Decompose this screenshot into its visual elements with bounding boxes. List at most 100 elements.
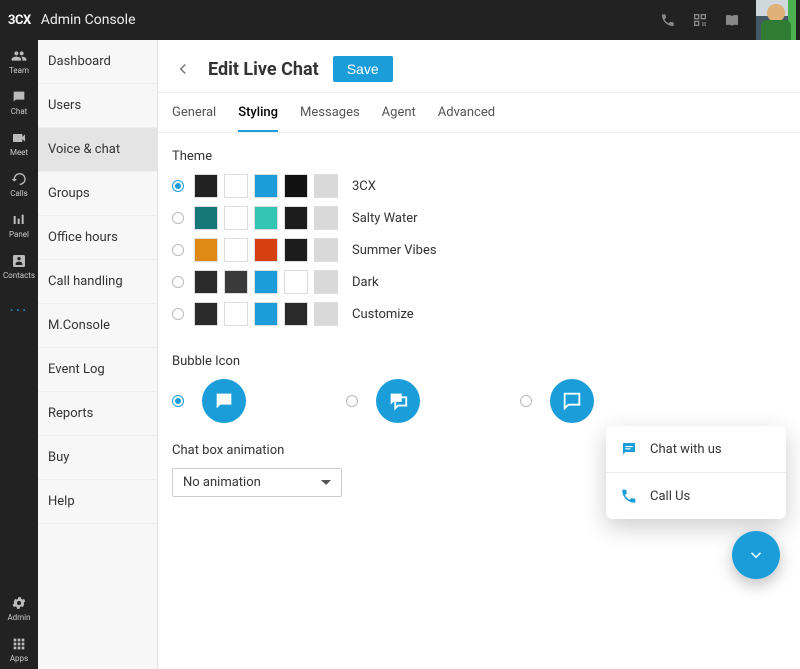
qr-icon[interactable] — [692, 12, 708, 28]
color-swatch[interactable] — [314, 302, 338, 326]
color-swatch[interactable] — [224, 238, 248, 262]
rail-label: Chat — [11, 107, 28, 116]
widget-chat-row[interactable]: Chat with us — [606, 426, 786, 472]
theme-radio[interactable] — [172, 308, 184, 320]
theme-swatches — [194, 174, 338, 198]
logo-text: 3CX — [8, 13, 31, 28]
bubble-preview[interactable] — [376, 379, 420, 423]
sidenav-item-event-log[interactable]: Event Log — [38, 348, 157, 392]
dialer-icon[interactable] — [660, 12, 676, 28]
page-title: Edit Live Chat — [208, 59, 319, 80]
color-swatch[interactable] — [284, 270, 308, 294]
color-swatch[interactable] — [224, 206, 248, 230]
main: Edit Live Chat Save General Styling Messag… — [158, 40, 800, 669]
sidenav-item-users[interactable]: Users — [38, 84, 157, 128]
bubble-option-2 — [520, 379, 594, 423]
rail-item-calls[interactable]: Calls — [0, 163, 38, 204]
color-swatch[interactable] — [284, 206, 308, 230]
theme-swatches — [194, 238, 338, 262]
color-swatch[interactable] — [254, 174, 278, 198]
save-button[interactable]: Save — [333, 56, 393, 82]
theme-radio[interactable] — [172, 276, 184, 288]
color-swatch[interactable] — [194, 174, 218, 198]
bubble-section: Bubble Icon — [158, 338, 800, 427]
animation-select[interactable]: No animation — [172, 468, 342, 497]
color-swatch[interactable] — [224, 302, 248, 326]
color-swatch[interactable] — [314, 270, 338, 294]
sidenav-item-dashboard[interactable]: Dashboard — [38, 40, 157, 84]
sidenav-item-groups[interactable]: Groups — [38, 172, 157, 216]
bubble-preview[interactable] — [202, 379, 246, 423]
rail-label: Admin — [7, 613, 30, 622]
rail-item-chat[interactable]: Chat — [0, 81, 38, 122]
color-swatch[interactable] — [314, 206, 338, 230]
tab-advanced[interactable]: Advanced — [438, 99, 495, 132]
rail-item-apps[interactable]: Apps — [0, 628, 38, 669]
sidenav-item-help[interactable]: Help — [38, 480, 157, 524]
theme-radio[interactable] — [172, 212, 184, 224]
theme-swatches — [194, 270, 338, 294]
theme-swatches — [194, 206, 338, 230]
color-swatch[interactable] — [254, 270, 278, 294]
theme-option-3cx: 3CX — [172, 174, 786, 198]
sidenav-item-office-hours[interactable]: Office hours — [38, 216, 157, 260]
rail-item-admin[interactable]: Admin — [0, 587, 38, 628]
tab-agent[interactable]: Agent — [382, 99, 416, 132]
tab-messages[interactable]: Messages — [300, 99, 360, 132]
sidenav-item-m-console[interactable]: M.Console — [38, 304, 157, 348]
widget-call-row[interactable]: Call Us — [606, 472, 786, 519]
chat-widget-card: Chat with us Call Us — [606, 426, 786, 519]
color-swatch[interactable] — [254, 302, 278, 326]
color-swatch[interactable] — [194, 206, 218, 230]
phone-icon — [620, 487, 638, 505]
color-swatch[interactable] — [284, 174, 308, 198]
rail-item-contacts[interactable]: Contacts — [0, 245, 38, 286]
color-swatch[interactable] — [254, 238, 278, 262]
bubble-option-1 — [346, 379, 420, 423]
rail-label: Contacts — [3, 271, 35, 280]
bubble-radio[interactable] — [520, 395, 532, 407]
color-swatch[interactable] — [314, 174, 338, 198]
rail-item-meet[interactable]: Meet — [0, 122, 38, 163]
color-swatch[interactable] — [224, 174, 248, 198]
presence-indicator — [788, 0, 796, 40]
color-swatch[interactable] — [224, 270, 248, 294]
rail-item-panel[interactable]: Panel — [0, 204, 38, 245]
rail-label: Panel — [9, 230, 29, 239]
theme-option-salty-water: Salty Water — [172, 206, 786, 230]
theme-radio[interactable] — [172, 244, 184, 256]
color-swatch[interactable] — [194, 302, 218, 326]
widget-call-label: Call Us — [650, 489, 690, 504]
sidenav-item-call-handling[interactable]: Call handling — [38, 260, 157, 304]
color-swatch[interactable] — [284, 238, 308, 262]
bubble-radio[interactable] — [346, 395, 358, 407]
tab-styling[interactable]: Styling — [238, 99, 278, 132]
chat-widget-fab[interactable] — [732, 531, 780, 579]
bubble-label: Bubble Icon — [172, 354, 786, 369]
theme-name: Dark — [352, 275, 379, 290]
color-swatch[interactable] — [194, 238, 218, 262]
color-swatch[interactable] — [314, 238, 338, 262]
back-button[interactable] — [172, 58, 194, 80]
color-swatch[interactable] — [194, 270, 218, 294]
book-icon[interactable] — [724, 12, 740, 28]
rail-more[interactable]: ... — [10, 286, 29, 325]
logo: 3CX Admin Console — [0, 12, 136, 28]
chat-icon — [620, 440, 638, 458]
sidenav-item-buy[interactable]: Buy — [38, 436, 157, 480]
theme-name: Summer Vibes — [352, 243, 437, 258]
avatar[interactable] — [756, 0, 796, 40]
bubble-radio[interactable] — [172, 395, 184, 407]
theme-radio[interactable] — [172, 180, 184, 192]
color-swatch[interactable] — [254, 206, 278, 230]
theme-option-summer-vibes: Summer Vibes — [172, 238, 786, 262]
rail-item-team[interactable]: Team — [0, 40, 38, 81]
sidenav-item-reports[interactable]: Reports — [38, 392, 157, 436]
theme-option-customize: Customize — [172, 302, 786, 326]
color-swatch[interactable] — [284, 302, 308, 326]
animation-value: No animation — [183, 475, 261, 490]
sidenav-item-voice-chat[interactable]: Voice & chat — [38, 128, 157, 172]
theme-option-dark: Dark — [172, 270, 786, 294]
bubble-preview[interactable] — [550, 379, 594, 423]
tab-general[interactable]: General — [172, 99, 216, 132]
